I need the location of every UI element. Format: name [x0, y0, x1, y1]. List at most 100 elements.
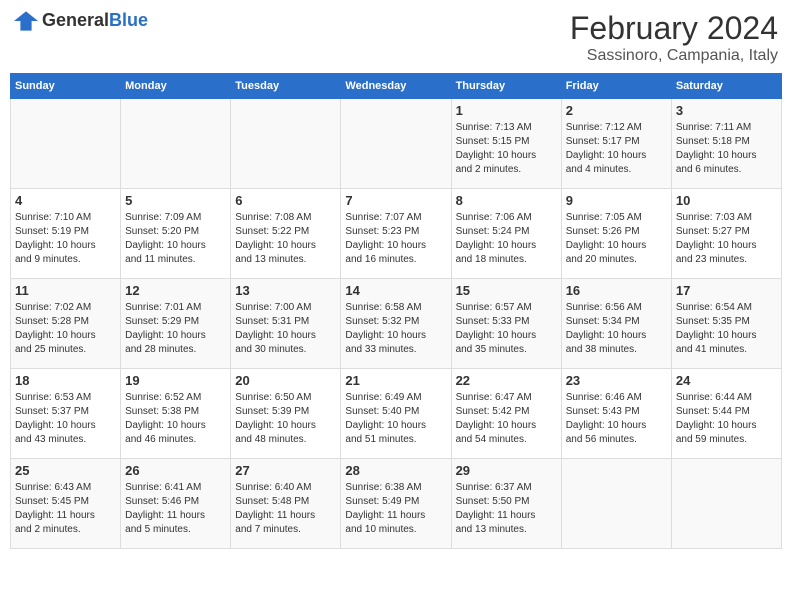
calendar-cell: 9Sunrise: 7:05 AM Sunset: 5:26 PM Daylig… — [561, 189, 671, 279]
col-header-wednesday: Wednesday — [341, 74, 451, 99]
calendar-cell — [341, 99, 451, 189]
day-number: 29 — [456, 463, 557, 478]
calendar-cell — [231, 99, 341, 189]
day-number: 7 — [345, 193, 446, 208]
day-info: Sunrise: 6:50 AM Sunset: 5:39 PM Dayligh… — [235, 391, 336, 447]
logo: GeneralBlue — [14, 10, 148, 31]
calendar-week-row: 11 Sunrise: 7:02 AM Sunset: 5:28 PM Dayli… — [11, 279, 782, 369]
page-subtitle: Sassinoro, Campania, Italy — [570, 47, 778, 65]
day-info: Sunrise: 6:37 AM Sunset: 5:50 PM Dayligh… — [456, 481, 557, 537]
logo-icon — [14, 11, 38, 31]
calendar-cell: 8 Sunrise: 7:06 AM Sunset: 5:24 PM Daylig… — [451, 189, 561, 279]
day-number: 12 — [125, 283, 226, 298]
day-number: 27 — [235, 463, 336, 478]
col-header-thursday: Thursday — [451, 74, 561, 99]
day-number: 6 — [235, 193, 336, 208]
day-info: Sunrise: 7:13 AM Sunset: 5:15 PM Dayligh… — [456, 121, 557, 177]
logo-blue: Blue — [109, 10, 148, 30]
col-header-sunday: Sunday — [11, 74, 121, 99]
day-number: 8 — [456, 193, 557, 208]
calendar-cell: 27 Sunrise: 6:40 AM Sunset: 5:48 PM Dayli… — [231, 459, 341, 549]
day-number: 26 — [125, 463, 226, 478]
day-number: 2 — [566, 103, 667, 118]
calendar-cell — [11, 99, 121, 189]
day-info: Sunrise: 7:01 AM Sunset: 5:29 PM Dayligh… — [125, 301, 226, 357]
logo-text: GeneralBlue — [42, 10, 148, 31]
logo-general: General — [42, 10, 109, 30]
day-number: 11 — [15, 283, 116, 298]
calendar-cell: 16 Sunrise: 6:56 AM Sunset: 5:34 PM Dayli… — [561, 279, 671, 369]
day-info: Sunrise: 6:38 AM Sunset: 5:49 PM Dayligh… — [345, 481, 446, 537]
day-number: 13 — [235, 283, 336, 298]
day-info: Sunrise: 7:08 AM Sunset: 5:22 PM Dayligh… — [235, 211, 336, 267]
calendar-week-row: 1 Sunrise: 7:13 AM Sunset: 5:15 PM Daylig… — [11, 99, 782, 189]
day-info: Sunrise: 7:05 AM Sunset: 5:26 PM Dayligh… — [566, 211, 667, 267]
day-info: Sunrise: 7:09 AM Sunset: 5:20 PM Dayligh… — [125, 211, 226, 267]
col-header-tuesday: Tuesday — [231, 74, 341, 99]
calendar-cell: 26 Sunrise: 6:41 AM Sunset: 5:46 PM Dayli… — [121, 459, 231, 549]
calendar-cell: 22 Sunrise: 6:47 AM Sunset: 5:42 PM Dayli… — [451, 369, 561, 459]
calendar-cell: 14Sunrise: 6:58 AM Sunset: 5:32 PM Dayli… — [341, 279, 451, 369]
col-header-saturday: Saturday — [671, 74, 781, 99]
day-info: Sunrise: 7:10 AM Sunset: 5:19 PM Dayligh… — [15, 211, 116, 267]
calendar-cell: 20 Sunrise: 6:50 AM Sunset: 5:39 PM Dayli… — [231, 369, 341, 459]
day-info: Sunrise: 6:41 AM Sunset: 5:46 PM Dayligh… — [125, 481, 226, 537]
calendar-cell: 17 Sunrise: 6:54 AM Sunset: 5:35 PM Dayli… — [671, 279, 781, 369]
day-number: 20 — [235, 373, 336, 388]
day-number: 24 — [676, 373, 777, 388]
calendar-cell: 21Sunrise: 6:49 AM Sunset: 5:40 PM Dayli… — [341, 369, 451, 459]
calendar-cell: 3 Sunrise: 7:11 AM Sunset: 5:18 PM Daylig… — [671, 99, 781, 189]
col-header-friday: Friday — [561, 74, 671, 99]
calendar-cell: 28Sunrise: 6:38 AM Sunset: 5:49 PM Dayli… — [341, 459, 451, 549]
calendar-cell: 23 Sunrise: 6:46 AM Sunset: 5:43 PM Dayli… — [561, 369, 671, 459]
title-area: February 2024 Sassinoro, Campania, Italy — [570, 10, 778, 65]
calendar-header-row: SundayMondayTuesdayWednesdayThursdayFrid… — [11, 74, 782, 99]
calendar-cell — [121, 99, 231, 189]
day-info: Sunrise: 6:47 AM Sunset: 5:42 PM Dayligh… — [456, 391, 557, 447]
day-number: 4 — [15, 193, 116, 208]
day-info: Sunrise: 7:11 AM Sunset: 5:18 PM Dayligh… — [676, 121, 777, 177]
day-number: 25 — [15, 463, 116, 478]
day-number: 22 — [456, 373, 557, 388]
day-info: Sunrise: 6:54 AM Sunset: 5:35 PM Dayligh… — [676, 301, 777, 357]
calendar-cell: 7Sunrise: 7:07 AM Sunset: 5:23 PM Daylig… — [341, 189, 451, 279]
calendar-cell: 6 Sunrise: 7:08 AM Sunset: 5:22 PM Daylig… — [231, 189, 341, 279]
col-header-monday: Monday — [121, 74, 231, 99]
day-info: Sunrise: 6:44 AM Sunset: 5:44 PM Dayligh… — [676, 391, 777, 447]
day-number: 5 — [125, 193, 226, 208]
calendar-cell: 29 Sunrise: 6:37 AM Sunset: 5:50 PM Dayli… — [451, 459, 561, 549]
calendar-week-row: 18 Sunrise: 6:53 AM Sunset: 5:37 PM Dayli… — [11, 369, 782, 459]
day-info: Sunrise: 7:03 AM Sunset: 5:27 PM Dayligh… — [676, 211, 777, 267]
day-number: 18 — [15, 373, 116, 388]
day-info: Sunrise: 6:46 AM Sunset: 5:43 PM Dayligh… — [566, 391, 667, 447]
calendar-cell: 19Sunrise: 6:52 AM Sunset: 5:38 PM Dayli… — [121, 369, 231, 459]
day-info: Sunrise: 6:52 AM Sunset: 5:38 PM Dayligh… — [125, 391, 226, 447]
calendar-week-row: 4 Sunrise: 7:10 AM Sunset: 5:19 PM Daylig… — [11, 189, 782, 279]
day-number: 3 — [676, 103, 777, 118]
calendar-cell: 25 Sunrise: 6:43 AM Sunset: 5:45 PM Dayli… — [11, 459, 121, 549]
day-number: 17 — [676, 283, 777, 298]
day-info: Sunrise: 6:40 AM Sunset: 5:48 PM Dayligh… — [235, 481, 336, 537]
day-number: 15 — [456, 283, 557, 298]
day-info: Sunrise: 7:02 AM Sunset: 5:28 PM Dayligh… — [15, 301, 116, 357]
calendar-cell: 18 Sunrise: 6:53 AM Sunset: 5:37 PM Dayli… — [11, 369, 121, 459]
calendar-cell: 13Sunrise: 7:00 AM Sunset: 5:31 PM Dayli… — [231, 279, 341, 369]
day-number: 1 — [456, 103, 557, 118]
day-number: 21 — [345, 373, 446, 388]
calendar-cell: 1 Sunrise: 7:13 AM Sunset: 5:15 PM Daylig… — [451, 99, 561, 189]
calendar-cell — [561, 459, 671, 549]
day-number: 14 — [345, 283, 446, 298]
calendar-cell: 11 Sunrise: 7:02 AM Sunset: 5:28 PM Dayli… — [11, 279, 121, 369]
page-header: GeneralBlue February 2024 Sassinoro, Cam… — [10, 10, 782, 65]
day-info: Sunrise: 6:53 AM Sunset: 5:37 PM Dayligh… — [15, 391, 116, 447]
calendar-week-row: 25 Sunrise: 6:43 AM Sunset: 5:45 PM Dayli… — [11, 459, 782, 549]
day-info: Sunrise: 6:56 AM Sunset: 5:34 PM Dayligh… — [566, 301, 667, 357]
calendar-cell — [671, 459, 781, 549]
page-title: February 2024 — [570, 10, 778, 47]
day-info: Sunrise: 7:12 AM Sunset: 5:17 PM Dayligh… — [566, 121, 667, 177]
day-number: 16 — [566, 283, 667, 298]
day-info: Sunrise: 6:43 AM Sunset: 5:45 PM Dayligh… — [15, 481, 116, 537]
calendar-cell: 2 Sunrise: 7:12 AM Sunset: 5:17 PM Daylig… — [561, 99, 671, 189]
day-info: Sunrise: 7:06 AM Sunset: 5:24 PM Dayligh… — [456, 211, 557, 267]
day-number: 23 — [566, 373, 667, 388]
